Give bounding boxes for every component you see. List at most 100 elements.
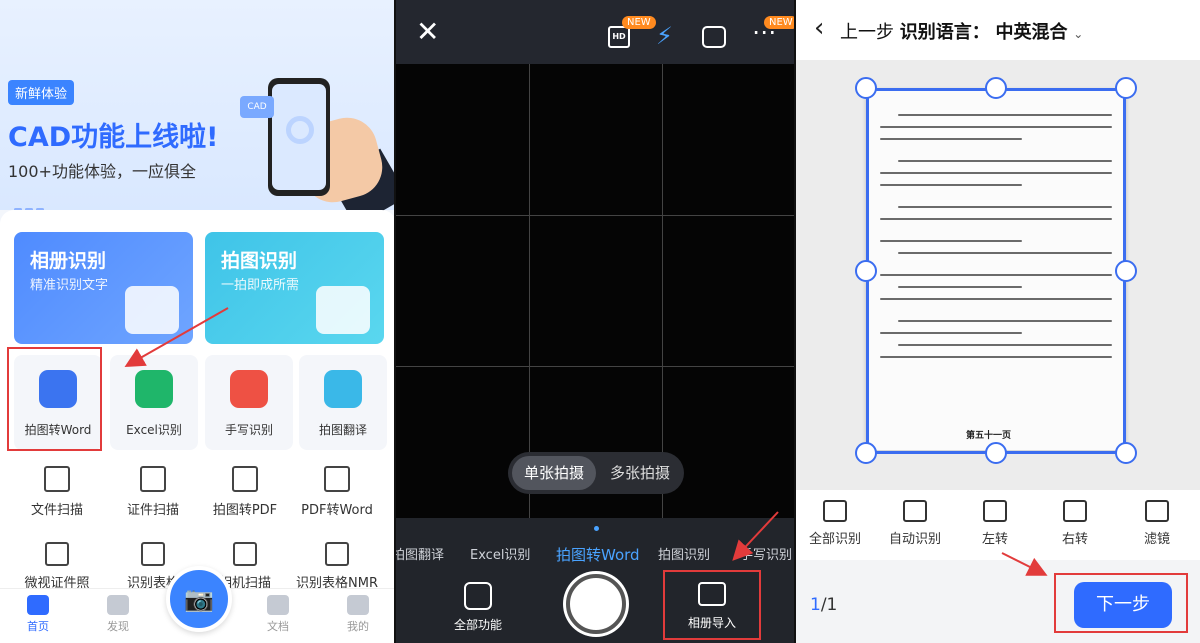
tool-label: 拍图转PDF [212,503,278,518]
banner-title: CAD功能上线啦! [8,122,219,153]
grid-line [662,64,663,518]
crop-toolbar: 全部识别 自动识别 左转 右转 滤镜 [796,490,1200,560]
single-shot-mode[interactable]: 单张拍摄 [512,456,596,490]
crop-screen: ‹ 上一步 识别语言： 中英混合 ⌄ 第五十一页 全部识别 自动识别 左转 右转… [796,0,1200,643]
all-functions-button[interactable]: 全部功能 [448,582,508,633]
tile-label: Excel识别 [126,423,182,437]
filter-button[interactable]: 滤镜 [1122,500,1192,547]
filter-icon [1145,500,1169,522]
rotate-right-icon [1063,500,1087,522]
tab-home[interactable]: 首页 [8,595,68,634]
carousel-item[interactable]: 手写识别 [740,544,792,563]
camera-fab-button[interactable]: 📷 [166,566,232,632]
word-file-icon [324,466,350,492]
back-chevron-icon[interactable]: ‹ [814,14,824,42]
auto-crop-icon [903,500,927,522]
expand-icon [823,500,847,522]
banner-pager-dots [14,196,50,211]
crop-handle[interactable] [1115,260,1137,282]
tab-label: 发现 [107,620,129,633]
rotate-left-button[interactable]: 左转 [960,500,1030,547]
tile-label: 拍图翻译 [318,423,367,437]
card-title: 拍图识别 [221,250,298,272]
multi-shot-mode[interactable]: 多张拍摄 [600,456,680,490]
tab-profile[interactable]: 我的 [328,595,388,634]
tab-discover[interactable]: 发现 [88,595,148,634]
album-search-icon [125,286,179,334]
crop-handle[interactable] [855,260,877,282]
promo-banner[interactable]: 新鲜体验 CAD功能上线啦! 100+功能体验，一应俱全 CAD [0,0,396,227]
crop-handle[interactable] [985,77,1007,99]
photo-recognition-card[interactable]: 拍图识别 一拍即成所需 [205,232,384,344]
carousel-item[interactable]: 拍图识别 [658,544,710,563]
receipt-icon [233,542,257,566]
shutter-button[interactable] [566,574,626,634]
tab-label: 我的 [347,620,369,633]
rotate-left-icon [983,500,1007,522]
flash-auto-icon[interactable]: ⚡ [656,24,673,48]
crop-handle[interactable] [985,442,1007,464]
all-functions-label: 全部功能 [453,618,502,632]
tool-label: 全部识别 [808,532,861,547]
close-icon[interactable]: ✕ [416,18,439,46]
crop-frame[interactable] [866,88,1126,454]
language-value[interactable]: 中英混合 [995,22,1067,43]
rotate-right-button[interactable]: 右转 [1040,500,1110,547]
phone-illustration [268,78,330,196]
cad-chip-icon: CAD [240,96,274,118]
tab-documents[interactable]: 文档 [248,595,308,634]
function-carousel: 拍图翻译 Excel识别 拍图转Word 拍图识别 手写识别 [396,540,796,564]
home-icon [27,595,49,615]
banner-tag: 新鲜体验 [8,80,75,105]
crop-handle[interactable] [1115,77,1137,99]
camera-plus-icon: 📷 [184,585,214,613]
chevron-down-icon[interactable]: ⌄ [1073,27,1083,41]
page-current: 1 [810,595,821,615]
id-photo-icon [45,542,69,566]
card-title: 相册识别 [30,250,107,272]
tile-photo-translate[interactable]: 拍图翻译 [299,355,387,450]
tool-photo-to-pdf[interactable]: 拍图转PDF [198,466,292,518]
tool-file-scan[interactable]: 文件扫描 [10,466,104,518]
tab-label: 首页 [27,620,49,633]
new-badge: NEW [622,16,656,29]
camera-viewfinder[interactable] [396,64,796,518]
table-scan-icon [141,542,165,566]
tool-label: 左转 [981,532,1008,547]
tool-label: 文件扫描 [30,503,83,518]
flip-camera-icon[interactable] [702,26,726,48]
tool-label: 自动识别 [888,532,941,547]
tool-label: PDF转Word [301,503,373,518]
carousel-item-active[interactable]: 拍图转Word [556,544,640,565]
carousel-item[interactable]: Excel识别 [470,544,530,563]
tool-label: 右转 [1061,532,1088,547]
hd-icon[interactable]: HD [608,26,630,48]
tool-pdf-to-word[interactable]: PDF转Word [290,466,384,518]
tile-handwriting[interactable]: 手写识别 [205,355,293,450]
crop-handle[interactable] [1115,442,1137,464]
back-label[interactable]: 上一步 [840,22,894,43]
page-indicator: 1/1 [810,595,837,615]
tile-excel-recognition[interactable]: Excel识别 [110,355,198,450]
card-subtitle: 精准识别文字 [30,278,109,293]
grid-line [396,215,796,216]
tool-row3-4[interactable]: 识别表格NMR [290,542,384,591]
crop-handle[interactable] [855,442,877,464]
page-title[interactable]: 上一步 识别语言： 中英混合 ⌄ [840,18,1083,44]
highlight-box [1054,573,1188,633]
page-total: /1 [820,595,838,615]
auto-detect-button[interactable]: 自动识别 [880,500,950,547]
tool-id-scan[interactable]: 证件扫描 [106,466,200,518]
crop-handle[interactable] [855,77,877,99]
camera-scan-icon [316,286,370,334]
selected-dot [594,526,599,531]
select-all-button[interactable]: 全部识别 [800,500,870,547]
grid-line [396,366,796,367]
carousel-item[interactable]: 拍图翻译 [396,544,444,563]
banner-subtitle: 100+功能体验，一应俱全 [8,162,196,181]
album-recognition-card[interactable]: 相册识别 精准识别文字 [14,232,193,344]
tool-label: 滤镜 [1143,532,1170,547]
tab-label: 文档 [267,620,289,633]
tool-row3-1[interactable]: 微视证件照 [10,542,104,591]
camera-screen: ✕ HD NEW ⚡ ⋯ NEW 单张拍摄 多张拍摄 拍图翻译 Excel识别 … [396,0,796,643]
